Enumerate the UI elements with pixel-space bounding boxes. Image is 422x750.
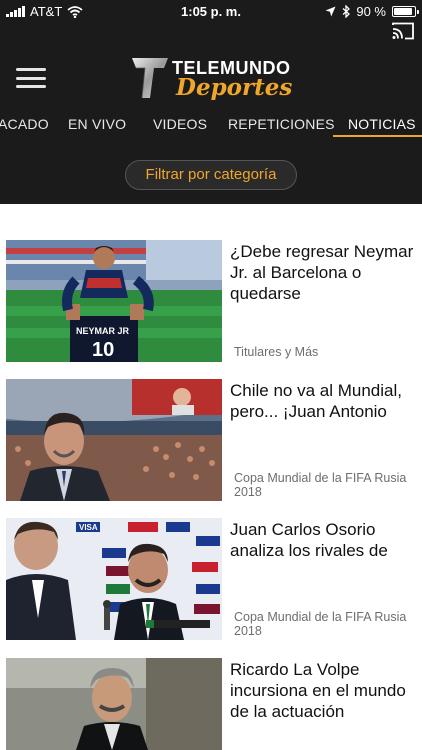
- telemundo-t-icon: [132, 58, 168, 99]
- status-right: 90 %: [325, 4, 419, 19]
- article-thumbnail-3: VISA: [6, 518, 222, 640]
- location-icon: [325, 6, 336, 17]
- tab-videos[interactable]: VIDEOS: [153, 116, 207, 132]
- article-item-2[interactable]: Chile no va al Mundial, pero... ¡Juan An…: [0, 379, 422, 507]
- article-title-2[interactable]: Chile no va al Mundial, pero... ¡Juan An…: [230, 380, 416, 422]
- tab-repeticiones[interactable]: REPETICIONES: [228, 116, 335, 132]
- filter-category-button[interactable]: Filtrar por categoría: [125, 160, 297, 190]
- bluetooth-icon: [342, 5, 351, 18]
- article-category-3: Copa Mundial de la FIFA Rusia 2018: [234, 610, 407, 638]
- app-header: TELEMUNDO Deportes ACADO EN VIVO VIDEOS …: [0, 22, 422, 204]
- tab-marcado[interactable]: ACADO: [0, 116, 49, 132]
- article-category-2: Copa Mundial de la FIFA Rusia 2018: [234, 471, 407, 499]
- sponsor-board-text: VISA: [79, 523, 98, 532]
- article-thumbnail-1: NEYMAR JR 10: [6, 240, 222, 362]
- article-title-4[interactable]: Ricardo La Volpe incursiona en el mundo …: [230, 659, 416, 722]
- article-item-4[interactable]: Ricardo La Volpe incursiona en el mundo …: [0, 658, 422, 750]
- article-title-1[interactable]: ¿Debe regresar Neymar Jr. al Barcelona o…: [230, 241, 416, 304]
- active-tab-indicator: [333, 135, 422, 137]
- cast-icon[interactable]: [392, 22, 414, 40]
- logo-sub-text: Deportes: [176, 74, 293, 101]
- article-item-1[interactable]: NEYMAR JR 10 ¿Debe regresar Neymar Jr. a…: [0, 240, 422, 368]
- tab-noticias[interactable]: NOTICIAS: [348, 116, 416, 132]
- menu-icon[interactable]: [16, 68, 46, 88]
- tab-en-vivo[interactable]: EN VIVO: [68, 116, 126, 132]
- jersey-number-text: 10: [92, 339, 114, 361]
- battery-fill: [394, 8, 412, 15]
- article-item-3[interactable]: VISA Juan Carlos Osorio analiza los riva…: [0, 518, 422, 646]
- battery-percent: 90 %: [356, 4, 386, 19]
- article-title-3[interactable]: Juan Carlos Osorio analiza los rivales d…: [230, 519, 416, 561]
- telemundo-deportes-logo: TELEMUNDO Deportes: [130, 54, 300, 106]
- status-bar: AT&T 1:05 p. m. 90 %: [0, 0, 422, 22]
- article-thumbnail-4: [6, 658, 222, 750]
- article-category-1: Titulares y Más: [234, 345, 319, 359]
- jersey-name-text: NEYMAR JR: [76, 326, 130, 336]
- battery-icon: [392, 6, 419, 17]
- article-thumbnail-2: [6, 379, 222, 501]
